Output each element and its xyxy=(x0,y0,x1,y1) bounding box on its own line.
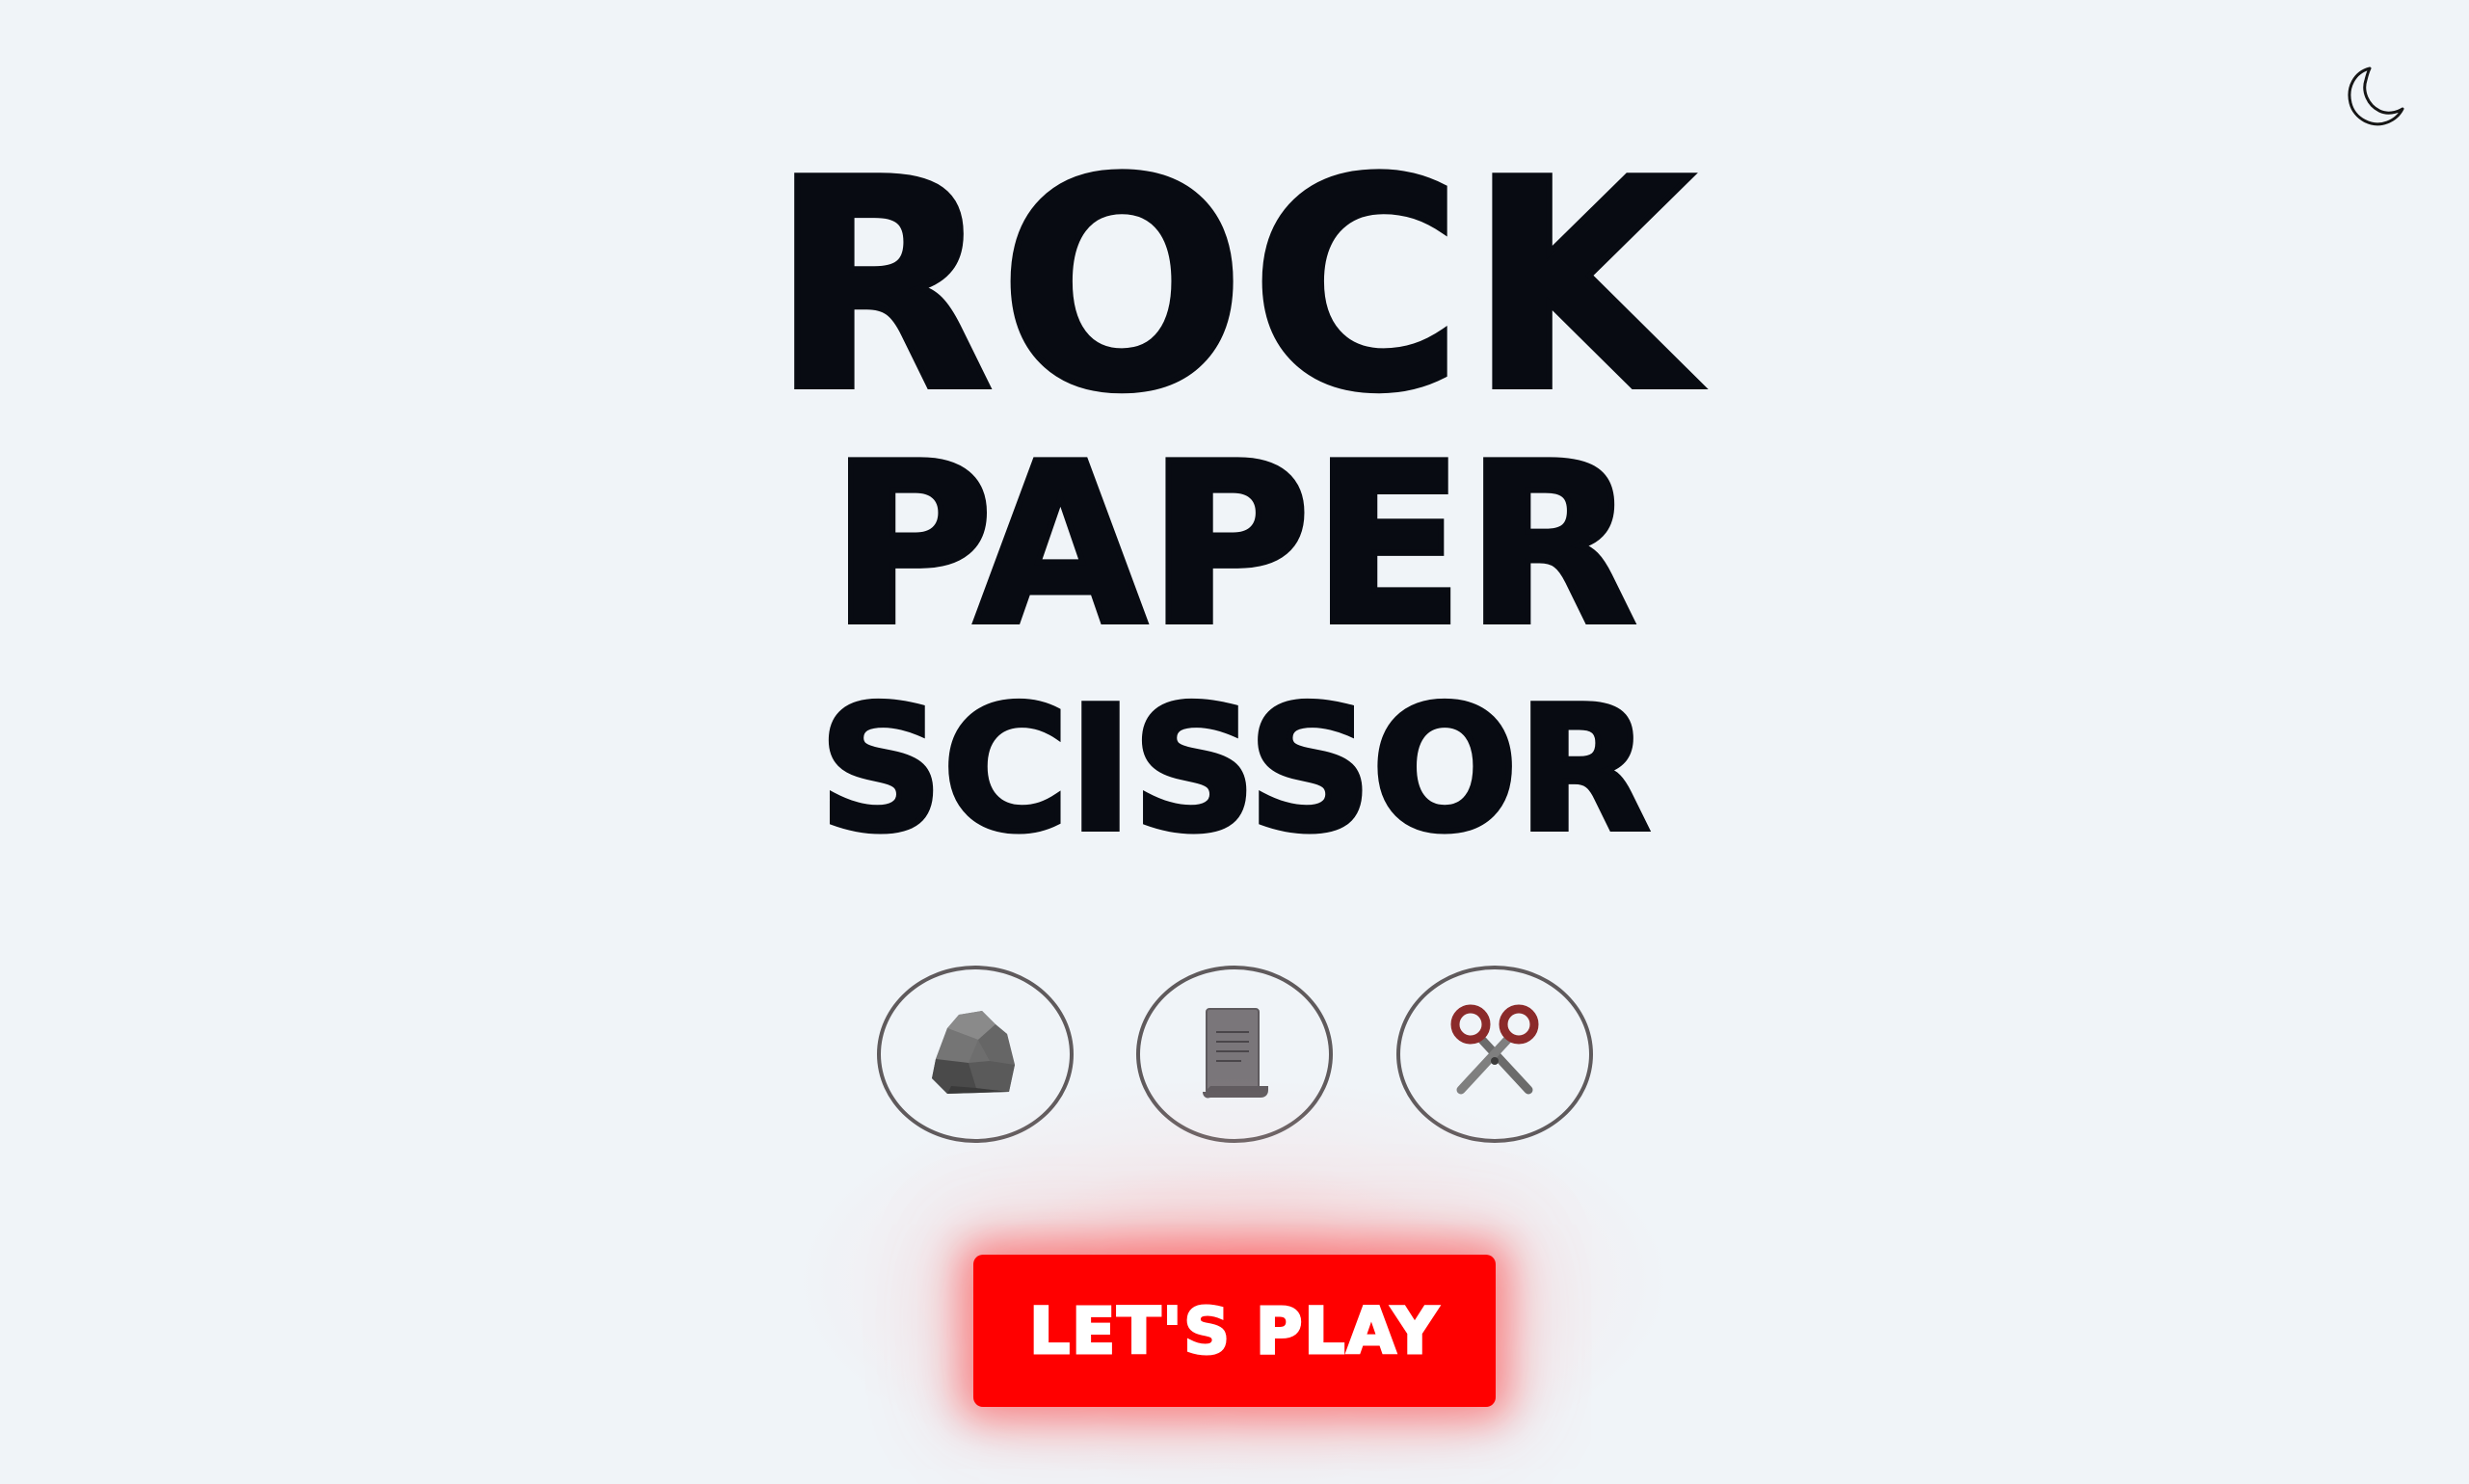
scissors-icon xyxy=(1450,1004,1539,1095)
title-paper: PAPER xyxy=(828,417,1639,675)
lets-play-button[interactable]: LET'S PLAY xyxy=(973,1255,1496,1407)
title-scissor: SCISSOR xyxy=(816,670,1653,869)
rock-icon xyxy=(932,1011,1015,1094)
theme-toggle-button[interactable] xyxy=(2340,62,2409,131)
game-title: ROCK PAPER SCISSOR xyxy=(0,119,2469,869)
title-rock: ROCK xyxy=(768,119,1699,455)
moon-icon xyxy=(2348,66,2404,126)
